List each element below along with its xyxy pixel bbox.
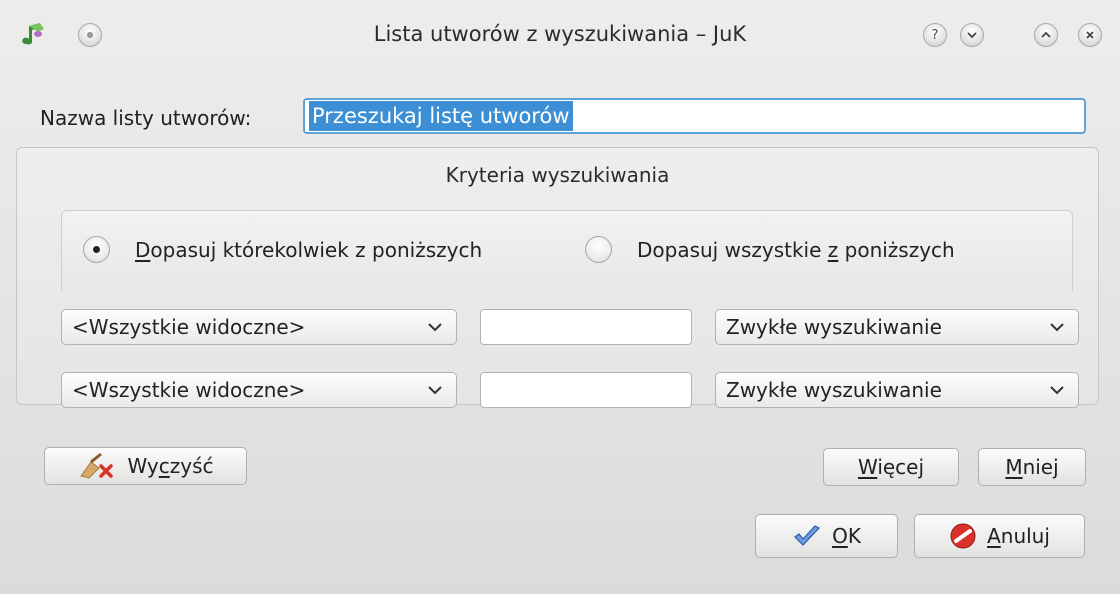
- ok-label: OK: [832, 524, 861, 548]
- mnemonic: c: [158, 454, 170, 478]
- column-select-2[interactable]: <Wszystkie widoczne>: [61, 372, 457, 408]
- chevron-down-icon: [428, 323, 442, 332]
- maximize-button[interactable]: [1034, 23, 1058, 47]
- cancel-label: Anuluj: [987, 524, 1050, 548]
- search-text-1[interactable]: [480, 309, 692, 345]
- title-bar[interactable]: ● Lista utworów z wyszukiwania – JuK ?: [0, 0, 1120, 80]
- search-mode-value: Zwykłe wyszukiwanie: [726, 378, 942, 402]
- window-title: Lista utworów z wyszukiwania – JuK: [373, 22, 747, 46]
- chevron-down-icon: [967, 32, 977, 39]
- playlist-name-value: Przeszukaj listę utworów: [309, 101, 573, 131]
- less-button[interactable]: Mniej: [978, 448, 1086, 486]
- chevron-down-icon: [1050, 386, 1064, 395]
- help-button[interactable]: ?: [923, 23, 947, 47]
- search-mode-select-2[interactable]: Zwykłe wyszukiwanie: [715, 372, 1079, 408]
- clear-button[interactable]: Wyczyść: [44, 447, 247, 485]
- match-all-radio[interactable]: [585, 236, 612, 263]
- label-part: K: [847, 524, 861, 548]
- column-select-value: <Wszystkie widoczne>: [72, 378, 306, 402]
- label-part: Dopasuj wszystkie: [637, 238, 828, 262]
- search-criteria-group: Kryteria wyszukiwania Dopasuj którekolwi…: [16, 147, 1099, 408]
- chevron-down-icon: [428, 386, 442, 395]
- mnemonic: A: [987, 524, 1001, 548]
- search-mode-value: Zwykłe wyszukiwanie: [726, 315, 942, 339]
- playlist-name-label: Nazwa listy utworów:: [40, 106, 252, 130]
- chevron-up-icon: [1041, 31, 1051, 38]
- column-select-value: <Wszystkie widoczne>: [72, 315, 306, 339]
- close-icon: [1086, 31, 1094, 39]
- mnemonic: D: [135, 238, 151, 262]
- label-part: poniższych: [838, 238, 955, 262]
- mnemonic: W: [857, 455, 878, 479]
- cancel-button[interactable]: Anuluj: [914, 514, 1085, 558]
- question-icon: ?: [931, 27, 939, 43]
- label-part: opasuj którekolwiek z poniższych: [150, 238, 483, 262]
- more-button[interactable]: Więcej: [823, 448, 959, 486]
- close-button[interactable]: [1078, 23, 1102, 47]
- match-any-radio[interactable]: [83, 236, 110, 263]
- cancel-icon: [950, 523, 976, 549]
- mnemonic: z: [827, 238, 839, 262]
- broom-clear-icon: [80, 452, 114, 479]
- search-mode-select-1[interactable]: Zwykłe wyszukiwanie: [715, 309, 1079, 345]
- less-label: Mniej: [1005, 455, 1058, 479]
- more-label: Więcej: [858, 455, 924, 479]
- group-title: Kryteria wyszukiwania: [445, 163, 670, 187]
- column-select-1[interactable]: <Wszystkie widoczne>: [61, 309, 457, 345]
- dialog-window: ● Lista utworów z wyszukiwania – JuK ? N…: [0, 0, 1120, 594]
- search-text-2[interactable]: [480, 372, 692, 408]
- label-part: zyść: [169, 454, 214, 478]
- chevron-down-icon: [1050, 323, 1064, 332]
- match-any-label[interactable]: Dopasuj którekolwiek z poniższych: [135, 238, 482, 262]
- playlist-name-input[interactable]: Przeszukaj listę utworów: [303, 98, 1086, 134]
- label-part: nuluj: [1000, 524, 1050, 548]
- mnemonic: O: [832, 524, 848, 548]
- minimize-button[interactable]: [960, 23, 984, 47]
- ok-button[interactable]: OK: [755, 514, 898, 558]
- label-part: niej: [1022, 455, 1059, 479]
- mnemonic: M: [1005, 455, 1023, 479]
- clear-label: Wyczyść: [127, 454, 213, 478]
- label-part: Wy: [127, 454, 159, 478]
- checkmark-icon: [794, 525, 821, 546]
- match-all-label[interactable]: Dopasuj wszystkie z poniższych: [637, 238, 955, 262]
- label-part: ięcej: [877, 455, 925, 479]
